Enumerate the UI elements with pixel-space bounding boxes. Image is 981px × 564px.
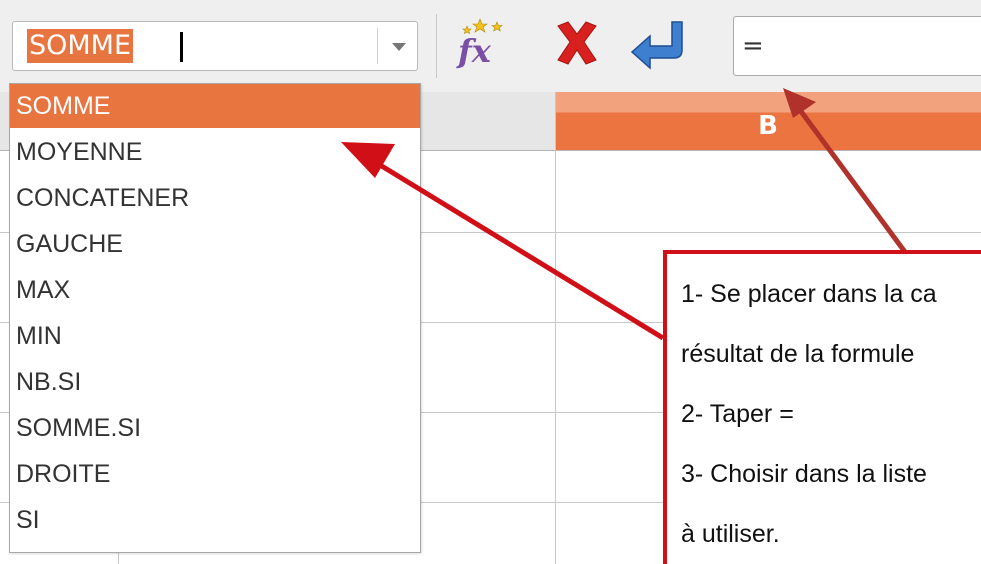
callout-line-4: 3- Choisir dans la liste <box>681 460 927 488</box>
instruction-callout: 1- Se placer dans la ca résultat de la f… <box>663 250 981 564</box>
callout-line-3: 2- Taper = <box>681 400 794 428</box>
callout-line-5: à utiliser. <box>681 520 780 548</box>
callout-line-2: résultat de la formule <box>681 340 915 368</box>
annotation-arrow-to-formula <box>797 108 908 254</box>
spreadsheet-window: SOMME fx = B SOMME MOYENNE CONCATENER GA… <box>0 0 981 564</box>
callout-line-1: 1- Se placer dans la ca <box>681 280 937 308</box>
annotation-arrow-to-list <box>378 162 665 341</box>
arrowhead-icon <box>341 142 395 178</box>
